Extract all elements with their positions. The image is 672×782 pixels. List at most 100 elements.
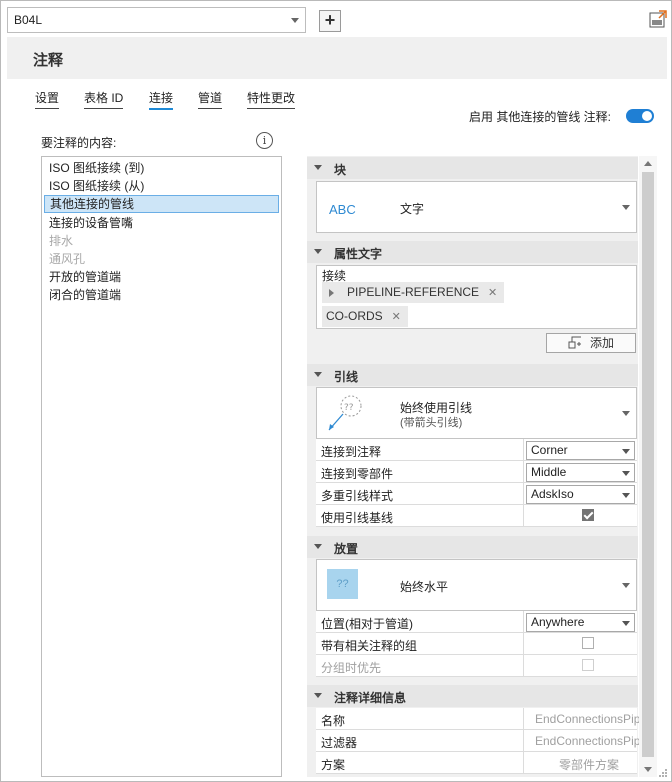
prop-row-filter: 过滤器 EndConnectionsPipe [316, 730, 647, 752]
list-item[interactable]: 闭合的管道端 [44, 286, 279, 304]
attr-chip-label: PIPELINE-REFERENCE [347, 285, 480, 299]
select-value: Anywhere [531, 615, 585, 629]
attr-chip[interactable]: CO-ORDS ✕ [322, 306, 408, 327]
collapse-icon [314, 249, 322, 254]
abc-icon: ABC [329, 202, 356, 217]
prop-value: 零部件方案 [559, 758, 620, 772]
collapse-icon [314, 372, 322, 377]
enable-toggle[interactable] [626, 109, 654, 123]
placement-preview-icon: ?? [327, 569, 358, 599]
prop-row-attach-to-note: 连接到注释 Corner [316, 439, 637, 461]
leader-preview-icon: ?? [328, 395, 362, 431]
divider [523, 633, 524, 655]
priority-checkbox[interactable] [582, 659, 594, 671]
list-item-selected[interactable]: 其他连接的管线 [44, 195, 279, 213]
select-value: AdskIso [531, 487, 574, 501]
scroll-down-icon[interactable] [644, 767, 652, 772]
chevron-down-icon [622, 449, 630, 454]
enable-label: 启用 其他连接的管线 注释: [468, 110, 611, 124]
placement-main: 始终水平 [400, 580, 449, 594]
svg-text:??: ?? [344, 403, 354, 413]
export-icon[interactable] [649, 10, 667, 28]
divider [523, 611, 524, 633]
add-attribute-label: 添加 [590, 336, 615, 350]
attr-text-box[interactable]: 接续 PIPELINE-REFERENCE ✕ CO-ORDS ✕ [316, 265, 637, 329]
add-attribute-icon [568, 336, 581, 349]
section-header-block[interactable]: 块 [307, 157, 638, 179]
add-attribute-button[interactable]: 添加 [546, 333, 636, 353]
chevron-down-icon [291, 18, 299, 23]
properties-scrollbar[interactable] [639, 156, 657, 777]
tab-property-changes[interactable]: 特性更改 [247, 89, 296, 109]
section-header-placement[interactable]: 放置 [307, 536, 638, 558]
list-item[interactable]: 通风孔 [44, 250, 279, 268]
page-title: 注释 [33, 52, 64, 69]
select-value: Middle [531, 465, 567, 479]
section-header-details[interactable]: 注释详细信息 [307, 685, 638, 707]
page-header: 注释 [7, 37, 667, 79]
prop-label: 名称 [321, 714, 346, 728]
list-item[interactable]: ISO 图纸接续 (到) [44, 159, 279, 177]
divider [523, 655, 524, 677]
tab-pipes[interactable]: 管道 [198, 89, 223, 109]
tab-settings[interactable]: 设置 [35, 89, 60, 109]
annotation-type-list: ISO 图纸接续 (到) ISO 图纸接续 (从) 其他连接的管线 连接的设备管… [41, 156, 282, 777]
expand-icon [329, 288, 334, 297]
group-checkbox[interactable] [582, 637, 594, 649]
remove-icon[interactable]: ✕ [488, 287, 497, 299]
prop-row-attach-to-part: 连接到零部件 Middle [316, 461, 637, 483]
list-item[interactable]: 开放的管道端 [44, 268, 279, 286]
section-header-attr-text[interactable]: 属性文字 [307, 241, 638, 263]
leader-sub: (带箭头引线) [400, 417, 463, 429]
select-value: Corner [531, 443, 568, 457]
divider [523, 483, 524, 505]
block-selector[interactable]: ABC 文字 [316, 181, 637, 233]
attach-to-part-select[interactable]: Middle [526, 463, 635, 482]
leader-selector[interactable]: ?? 始终使用引线 (带箭头引线) [316, 387, 637, 439]
attr-chip-label: CO-ORDS [326, 309, 383, 323]
list-item[interactable]: ISO 图纸接续 (从) [44, 177, 279, 195]
tab-table-id[interactable]: 表格 ID [84, 89, 124, 109]
chevron-down-icon [622, 471, 630, 476]
drawing-combo-value: B04L [14, 13, 43, 27]
collapse-icon [314, 693, 322, 698]
scroll-up-icon[interactable] [644, 161, 652, 166]
prop-row-use-landing: 使用引线基线 [316, 505, 637, 527]
info-icon[interactable]: i [256, 132, 273, 149]
prop-label: 多重引线样式 [321, 489, 394, 503]
attr-chip[interactable]: PIPELINE-REFERENCE ✕ [322, 282, 505, 303]
prop-label: 过滤器 [321, 736, 358, 750]
add-button[interactable]: + [319, 10, 341, 32]
position-select[interactable]: Anywhere [526, 613, 635, 632]
left-list-label: 要注释的内容: [41, 136, 117, 150]
prop-row-mleader-style: 多重引线样式 AdskIso [316, 483, 637, 505]
section-title: 属性文字 [334, 247, 383, 261]
chevron-down-icon [622, 205, 630, 210]
mleader-style-select[interactable]: AdskIso [526, 485, 635, 504]
placement-preview-text: ?? [336, 578, 349, 590]
collapse-icon [314, 544, 322, 549]
drawing-combo[interactable]: B04L [7, 7, 306, 33]
use-landing-checkbox[interactable] [582, 509, 594, 521]
list-item[interactable]: 连接的设备管嘴 [44, 214, 279, 232]
section-header-leader[interactable]: 引线 [307, 364, 638, 386]
divider [523, 505, 524, 527]
chevron-down-icon [622, 621, 630, 626]
tab-connections[interactable]: 连接 [149, 89, 174, 110]
prop-value: EndConnectionsPipe [535, 712, 648, 726]
placement-selector[interactable]: ?? 始终水平 [316, 559, 637, 611]
prop-row-priority: 分组时优先 [316, 655, 637, 677]
attach-to-note-select[interactable]: Corner [526, 441, 635, 460]
list-item[interactable]: 排水 [44, 232, 279, 250]
section-title: 放置 [334, 542, 359, 556]
scroll-thumb[interactable] [642, 172, 654, 757]
remove-icon[interactable]: ✕ [392, 311, 401, 323]
resize-grip-icon[interactable] [658, 768, 668, 778]
section-title: 块 [334, 163, 347, 177]
divider [523, 439, 524, 461]
prop-label: 带有相关注释的组 [321, 639, 418, 653]
prop-label: 使用引线基线 [321, 511, 394, 525]
prop-row-name: 名称 EndConnectionsPipe [316, 708, 647, 730]
dialog-window: B04L + 注释 设置 表格 ID 连接 管道 特性更改 启用 其他连接的管线… [0, 0, 672, 782]
block-value: 文字 [400, 202, 425, 216]
